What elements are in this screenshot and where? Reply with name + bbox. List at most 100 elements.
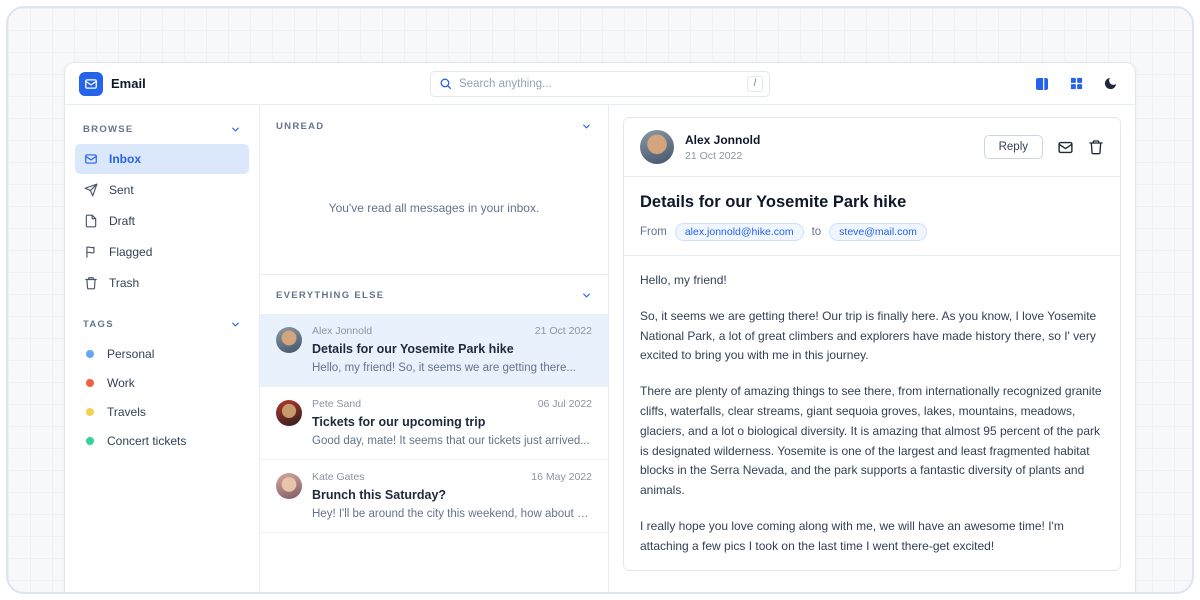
avatar (276, 473, 302, 499)
detail-date: 21 Oct 2022 (685, 150, 760, 162)
sidebar-item-sent[interactable]: Sent (75, 175, 249, 205)
mail-list-item[interactable]: Pete Sand 06 Jul 2022 Tickets for our up… (260, 387, 608, 460)
sidebar-item-label: Inbox (109, 152, 141, 166)
mail-sender: Kate Gates (312, 471, 365, 483)
from-to-row: From alex.jonnold@hike.com to steve@mail… (624, 223, 1120, 255)
apps-grid-button[interactable] (1065, 73, 1087, 95)
mail-sender: Alex Jonnold (312, 325, 372, 337)
topbar-actions (1031, 73, 1121, 95)
unread-section-header[interactable]: UNREAD (260, 105, 608, 142)
to-label: to (812, 226, 822, 238)
mail-item-body: Kate Gates 16 May 2022 Brunch this Satur… (312, 471, 592, 520)
tag-label: Personal (107, 347, 154, 361)
mail-preview: Good day, mate! It seems that our ticket… (312, 435, 592, 447)
tag-item-personal[interactable]: Personal (75, 339, 249, 368)
sidebar-item-draft[interactable]: Draft (75, 206, 249, 236)
mail-list-column: UNREAD You've read all messages in your … (260, 105, 609, 593)
app-frame: Email / (6, 6, 1194, 594)
dark-mode-toggle[interactable] (1099, 73, 1121, 95)
tag-color-dot (86, 408, 94, 416)
sender-block: Alex Jonnold 21 Oct 2022 (685, 133, 760, 162)
reply-button[interactable]: Reply (984, 135, 1043, 159)
tag-item-work[interactable]: Work (75, 368, 249, 397)
mail-subject: Tickets for our upcoming trip (312, 415, 592, 429)
sidebar-item-inbox[interactable]: Inbox (75, 144, 249, 174)
unread-empty-state: You've read all messages in your inbox. (260, 142, 608, 274)
tag-color-dot (86, 350, 94, 358)
tag-label: Concert tickets (107, 434, 186, 448)
sidebar-item-label: Trash (109, 276, 139, 290)
search-bar[interactable]: / (430, 71, 770, 97)
tag-color-dot (86, 379, 94, 387)
panel-layout-button[interactable] (1031, 73, 1053, 95)
tags-section-header[interactable]: TAGS (75, 308, 249, 339)
mail-detail-card: Alex Jonnold 21 Oct 2022 Reply (623, 117, 1121, 571)
mail-preview: Hello, my friend! So, it seems we are ge… (312, 362, 592, 374)
detail-actions: Reply (984, 135, 1104, 159)
mail-date: 16 May 2022 (531, 471, 592, 483)
chevron-down-icon (581, 121, 592, 132)
sidebar-item-flagged[interactable]: Flagged (75, 237, 249, 267)
mail-list-item[interactable]: Kate Gates 16 May 2022 Brunch this Satur… (260, 460, 608, 533)
mail-subject: Brunch this Saturday? (312, 488, 592, 502)
avatar (276, 327, 302, 353)
detail-header: Alex Jonnold 21 Oct 2022 Reply (624, 118, 1120, 176)
everything-else-label: EVERYTHING ELSE (276, 290, 384, 301)
mail-body: Hello, my friend! So, it seems we are ge… (624, 256, 1120, 571)
chevron-down-icon (230, 319, 241, 330)
tag-item-travels[interactable]: Travels (75, 397, 249, 426)
trash-icon (84, 276, 98, 290)
tag-item-concert-tickets[interactable]: Concert tickets (75, 426, 249, 455)
sidebar-item-label: Sent (109, 183, 134, 197)
sidebar: BROWSE Inbox Sent (65, 105, 260, 593)
content: BROWSE Inbox Sent (65, 105, 1135, 593)
everything-else-section-header[interactable]: EVERYTHING ELSE (260, 274, 608, 314)
app-title: Email (111, 76, 146, 91)
mail-date: 21 Oct 2022 (535, 325, 592, 337)
sidebar-item-trash[interactable]: Trash (75, 268, 249, 298)
mail-item-body: Pete Sand 06 Jul 2022 Tickets for our up… (312, 398, 592, 447)
sidebar-item-label: Draft (109, 214, 135, 228)
mail-preview: Hey! I'll be around the city this weeken… (312, 508, 592, 520)
chevron-down-icon (581, 290, 592, 301)
tag-color-dot (86, 437, 94, 445)
to-email-chip[interactable]: steve@mail.com (829, 223, 927, 241)
mail-paragraph: So, it seems we are getting there! Our t… (640, 307, 1104, 366)
mail-item-body: Alex Jonnold 21 Oct 2022 Details for our… (312, 325, 592, 374)
mark-unread-button[interactable] (1057, 139, 1074, 156)
flag-icon (84, 245, 98, 259)
search-icon (439, 77, 452, 90)
inbox-icon (84, 152, 98, 166)
avatar (640, 130, 674, 164)
sidebar-item-label: Flagged (109, 245, 152, 259)
email-app-window: Email / (64, 62, 1136, 594)
mail-paragraph: Hello, my friend! (640, 271, 1104, 291)
browse-section-header[interactable]: BROWSE (75, 113, 249, 144)
unread-label: UNREAD (276, 121, 324, 132)
tag-label: Travels (107, 405, 146, 419)
mail-detail-area: Alex Jonnold 21 Oct 2022 Reply (609, 105, 1135, 593)
mail-date: 06 Jul 2022 (538, 398, 592, 410)
chevron-down-icon (230, 124, 241, 135)
search-shortcut-badge: / (747, 76, 763, 92)
tags-label: TAGS (83, 319, 114, 330)
search-input[interactable] (459, 78, 740, 90)
delete-mail-button[interactable] (1088, 139, 1104, 155)
sent-icon (84, 183, 98, 197)
mail-subject: Details for our Yosemite Park hike (312, 342, 592, 356)
avatar (276, 400, 302, 426)
topbar: Email / (65, 63, 1135, 105)
brand: Email (79, 72, 146, 96)
mail-paragraph: I really hope you love coming along with… (640, 517, 1104, 557)
mail-list-item[interactable]: Alex Jonnold 21 Oct 2022 Details for our… (260, 314, 608, 387)
detail-subject: Details for our Yosemite Park hike (624, 177, 1120, 223)
browse-label: BROWSE (83, 124, 134, 135)
tag-label: Work (107, 376, 135, 390)
mail-sender: Pete Sand (312, 398, 361, 410)
from-label: From (640, 226, 667, 238)
email-logo-icon (79, 72, 103, 96)
from-email-chip[interactable]: alex.jonnold@hike.com (675, 223, 804, 241)
mail-paragraph: There are plenty of amazing things to se… (640, 382, 1104, 501)
detail-sender-name: Alex Jonnold (685, 133, 760, 147)
draft-icon (84, 214, 98, 228)
